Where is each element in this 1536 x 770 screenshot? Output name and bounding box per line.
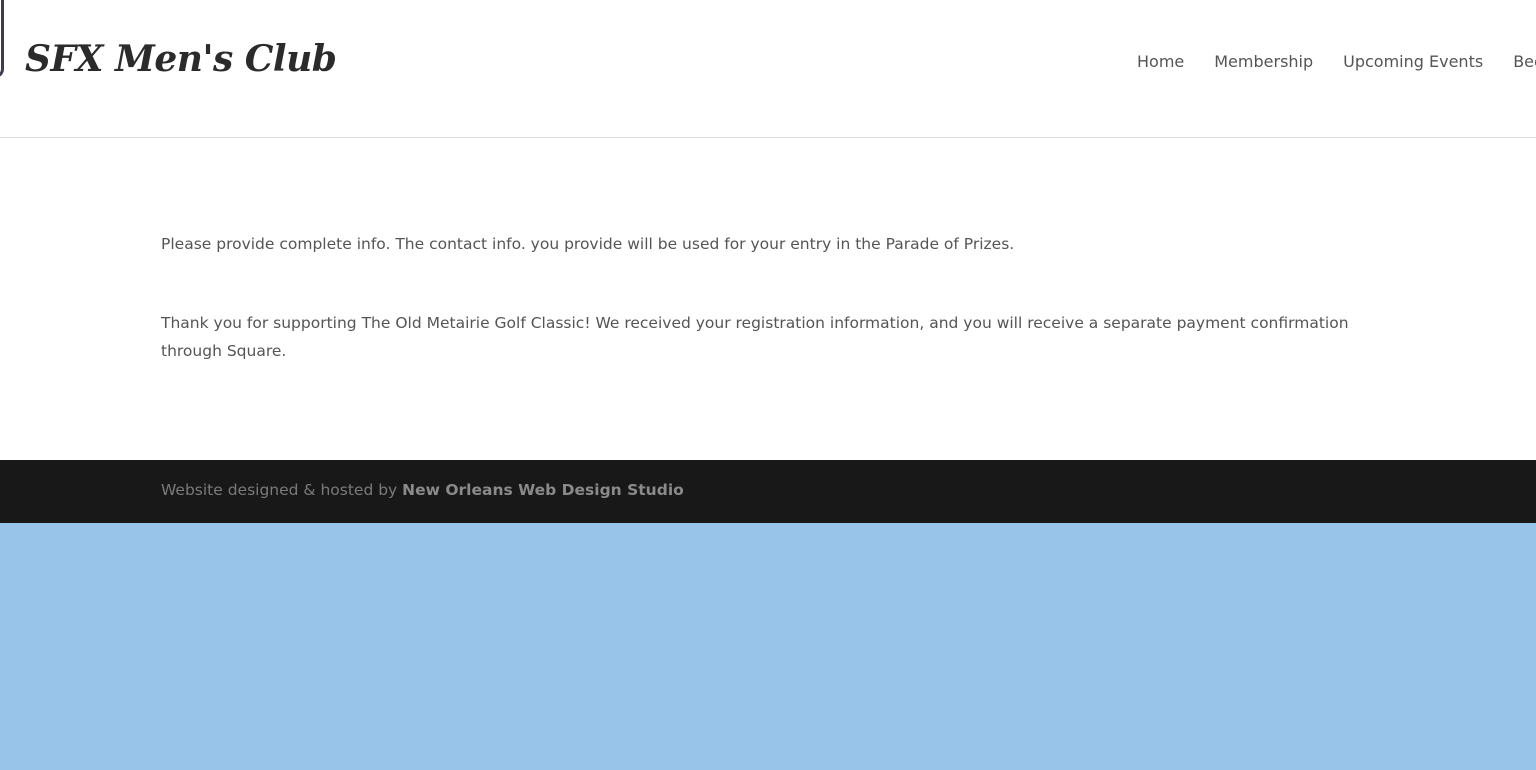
nav-item-truncated[interactable]: Bec: [1513, 52, 1536, 71]
nav-item-upcoming-events[interactable]: Upcoming Events: [1343, 52, 1483, 71]
footer-credit: Website designed & hosted by New Orleans…: [161, 481, 684, 499]
site-header: SFX Men's Club Home Membership Upcoming …: [0, 0, 1536, 138]
main-content: Please provide complete info. The contac…: [0, 138, 1536, 460]
site-title[interactable]: SFX Men's Club: [25, 38, 337, 80]
footer-designer-link[interactable]: New Orleans Web Design Studio: [402, 481, 684, 499]
footer-credit-prefix: Website designed & hosted by: [161, 481, 403, 499]
logo-icon[interactable]: [0, 0, 4, 78]
main-nav: Home Membership Upcoming Events Bec: [1137, 52, 1536, 71]
thank-you-paragraph: Thank you for supporting The Old Metairi…: [161, 314, 1349, 360]
site-footer: Website designed & hosted by New Orleans…: [0, 460, 1536, 523]
nav-item-membership[interactable]: Membership: [1214, 52, 1313, 71]
nav-item-home[interactable]: Home: [1137, 52, 1184, 71]
info-paragraph: Please provide complete info. The contac…: [161, 235, 1015, 253]
